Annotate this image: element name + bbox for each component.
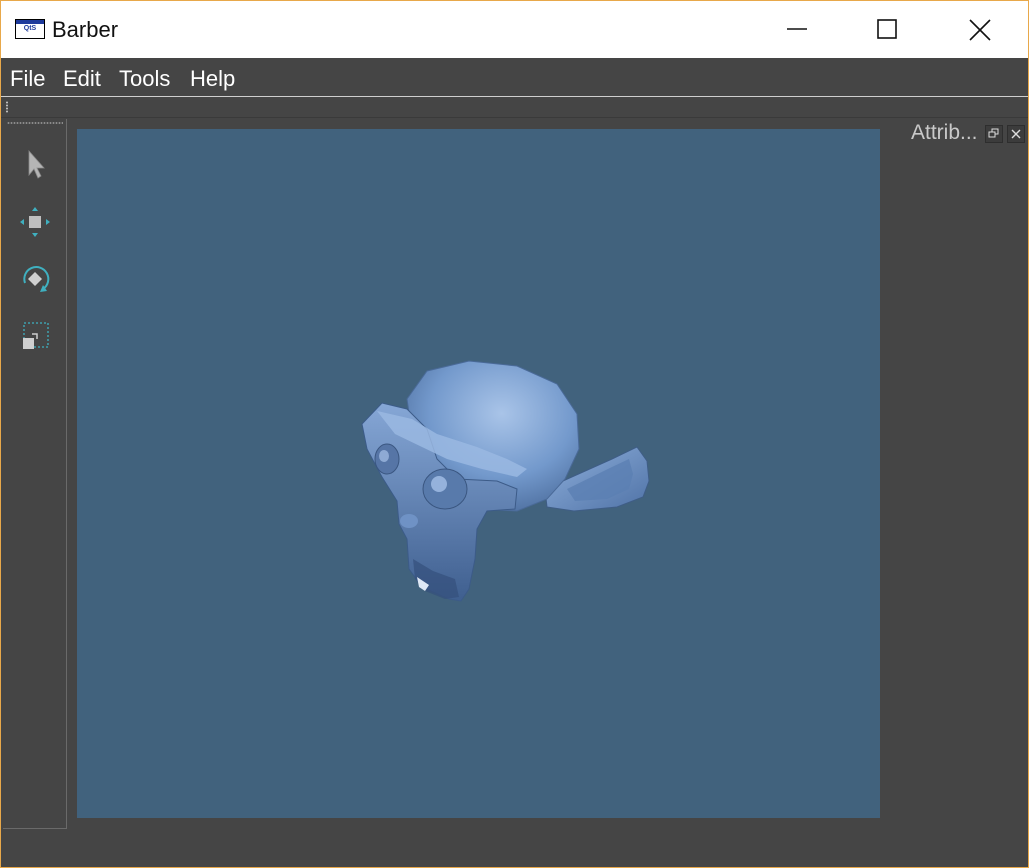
app-icon: QtS [15, 19, 45, 39]
monkey-head-mesh [361, 360, 650, 602]
scale-icon [23, 322, 49, 349]
toolbar [1, 97, 1028, 118]
scale-tool-button[interactable] [17, 318, 53, 354]
tool-panel [3, 119, 67, 829]
menu-tools[interactable]: Tools [119, 66, 170, 92]
close-icon [969, 19, 991, 41]
close-button[interactable] [955, 1, 1001, 58]
menu-file[interactable]: File [10, 66, 45, 92]
minimize-icon [787, 28, 807, 30]
minimize-button[interactable] [773, 1, 819, 58]
rotate-tool-button[interactable] [17, 261, 53, 297]
float-icon [988, 128, 999, 138]
select-arrow-icon [28, 149, 45, 179]
select-tool-button[interactable] [17, 147, 53, 183]
app-window: QtS Barber File Edit Tools Help Attrib..… [1, 1, 1028, 867]
menu-help[interactable]: Help [190, 66, 235, 92]
attributes-dock-title: Attrib... [911, 121, 978, 144]
app-icon-text: QtS [23, 25, 37, 32]
rotate-icon [23, 266, 50, 292]
move-tool-button[interactable] [17, 204, 53, 240]
window-title: Barber [52, 17, 119, 42]
maximize-icon [877, 19, 897, 39]
close-icon [1011, 129, 1021, 139]
tool-panel-grip[interactable] [7, 122, 63, 124]
move-icon [20, 207, 50, 237]
menu-bar: File Edit Tools Help [1, 58, 1028, 97]
dock-close-button[interactable] [1007, 125, 1025, 143]
viewport-3d[interactable] [77, 129, 880, 818]
title-bar[interactable]: QtS Barber [1, 1, 1028, 58]
toolbar-grip[interactable] [6, 101, 8, 113]
dock-float-button[interactable] [985, 125, 1003, 143]
menu-edit[interactable]: Edit [63, 66, 101, 92]
maximize-button[interactable] [863, 1, 909, 58]
